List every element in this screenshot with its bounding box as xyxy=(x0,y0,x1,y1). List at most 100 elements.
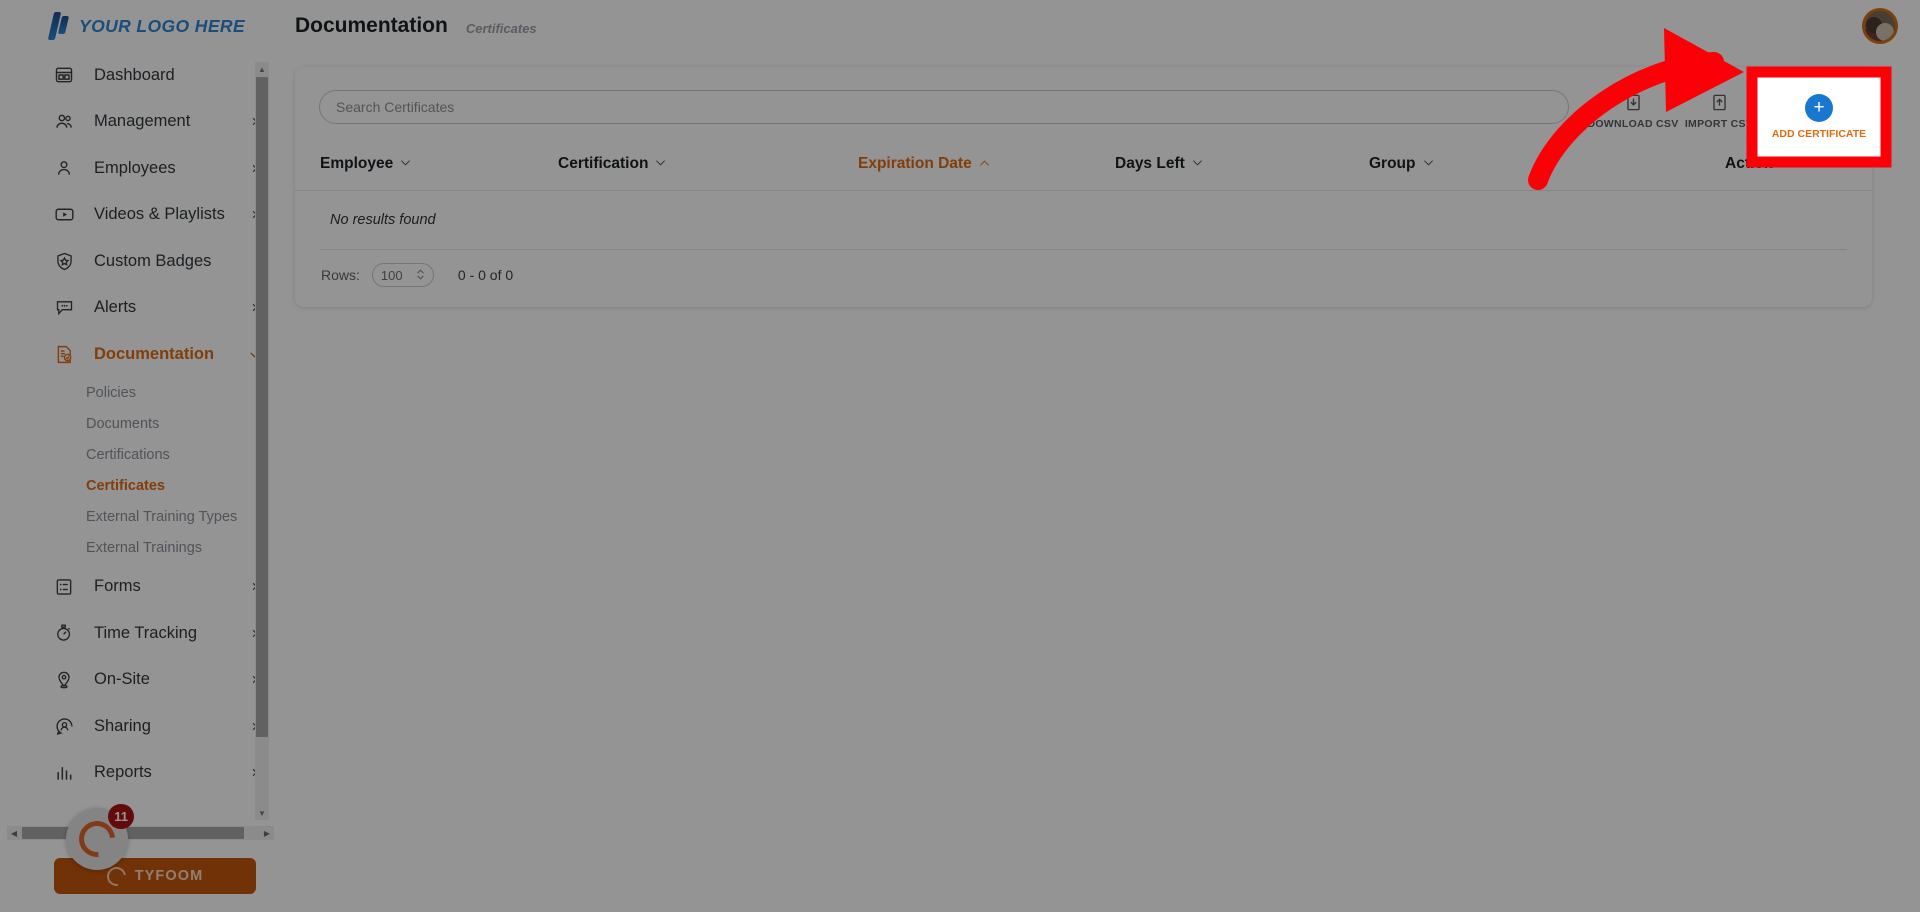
pagination-controls: Rows: 100 0 - 0 of 0 xyxy=(321,263,513,287)
search-input[interactable] xyxy=(336,99,1552,115)
sidebar-subitem-label: Documents xyxy=(86,416,160,432)
sidebar-item-label: Employees xyxy=(94,158,176,177)
sidebar-horizontal-scrollbar[interactable]: ◀ ▶ xyxy=(7,826,274,840)
chevron-down-icon xyxy=(400,159,411,170)
badge-shield-star-icon xyxy=(52,249,76,273)
checklist-icon xyxy=(52,575,76,599)
column-header-certification[interactable]: Certification xyxy=(558,155,666,173)
sidebar-subitem-policies[interactable]: Policies xyxy=(0,378,281,409)
chevron-down-icon xyxy=(655,159,666,170)
sidebar-item-label: Reports xyxy=(94,763,152,782)
sidebar-subitem-label: External Trainings xyxy=(86,540,203,556)
sidebar-subitem-label: Certifications xyxy=(86,447,170,463)
sidebar-item-reports[interactable]: Reports xyxy=(0,750,281,797)
column-header-employee[interactable]: Employee xyxy=(320,155,411,173)
column-header-label: Action xyxy=(1725,155,1774,172)
sidebar-item-documentation[interactable]: Documentation xyxy=(0,331,281,378)
chevron-down-icon xyxy=(1423,159,1434,170)
stopwatch-icon xyxy=(52,621,76,645)
chevron-up-icon xyxy=(979,159,990,170)
search-input-wrapper[interactable] xyxy=(319,90,1569,124)
sidebar-subitem-external-trainings[interactable]: External Trainings xyxy=(0,533,281,564)
column-header-label: Expiration Date xyxy=(858,155,972,172)
column-header-label: Group xyxy=(1369,155,1416,172)
people-icon xyxy=(52,110,76,134)
add-certificate-button[interactable]: + ADD CERTIFICATE xyxy=(1757,81,1861,145)
sidebar-vertical-scrollbar[interactable]: ▲ ▼ xyxy=(255,62,269,820)
sidebar-item-label: Management xyxy=(94,112,191,131)
up-down-chevron-icon[interactable] xyxy=(416,268,425,283)
page-title: Documentation xyxy=(295,14,448,37)
sidebar-item-forms[interactable]: Forms xyxy=(0,564,281,611)
sidebar-subitem-label: Certificates xyxy=(86,478,165,494)
column-header-label: Certification xyxy=(558,155,649,172)
sidebar-item-label: Sharing xyxy=(94,716,151,735)
scrollbar-thumb[interactable] xyxy=(22,827,244,839)
tyfoom-chat-bubble[interactable]: 11 xyxy=(66,804,134,870)
sidebar-subitem-certifications[interactable]: Certifications xyxy=(0,440,281,471)
notification-badge: 11 xyxy=(108,804,134,829)
sidebar-item-label: Documentation xyxy=(94,344,215,363)
brand-logo-text: YOUR LOGO HERE xyxy=(79,15,246,36)
document-check-icon xyxy=(52,342,76,366)
sidebar-item-label: Custom Badges xyxy=(94,251,212,270)
certificates-card: DOWNLOAD CSV IMPORT CSV + ADD CERTIFICAT… xyxy=(295,67,1872,307)
scroll-left-arrow-icon[interactable]: ◀ xyxy=(7,826,21,840)
sidebar-item-alerts[interactable]: Alerts xyxy=(0,285,281,332)
sidebar-subitem-certificates[interactable]: Certificates xyxy=(0,471,281,502)
sidebar-subitem-external-training-types[interactable]: External Training Types xyxy=(0,502,281,533)
avatar-photo-person-b xyxy=(1876,23,1894,41)
share-person-icon xyxy=(52,714,76,738)
sidebar-item-dashboard[interactable]: Dashboard xyxy=(0,52,281,99)
sidebar-item-management[interactable]: Management xyxy=(0,99,281,146)
column-header-label: Employee xyxy=(320,155,394,172)
topbar: Documentation Certificates xyxy=(281,0,1920,52)
brand-logo[interactable]: YOUR LOGO HERE xyxy=(0,0,281,52)
scroll-right-arrow-icon[interactable]: ▶ xyxy=(260,826,274,840)
sidebar-item-sharing[interactable]: Sharing xyxy=(0,703,281,750)
sidebar-item-videos-playlists[interactable]: Videos & Playlists xyxy=(0,192,281,239)
main-content: DOWNLOAD CSV IMPORT CSV + ADD CERTIFICAT… xyxy=(281,52,1920,912)
sidebar-subitem-documents[interactable]: Documents xyxy=(0,409,281,440)
upload-icon xyxy=(1706,89,1732,115)
sidebar-item-custom-badges[interactable]: Custom Badges xyxy=(0,238,281,285)
tyfoom-label: TYFOOM xyxy=(134,868,204,884)
column-header-group[interactable]: Group xyxy=(1369,155,1434,173)
column-header-expiration-date[interactable]: Expiration Date xyxy=(858,155,990,173)
plus-icon: + xyxy=(1795,90,1823,118)
sidebar-item-label: Time Tracking xyxy=(94,623,197,642)
sidebar-item-employees[interactable]: Employees xyxy=(0,145,281,192)
dashboard-icon xyxy=(52,63,76,87)
empty-state-message: No results found xyxy=(330,212,436,228)
sidebar-item-label: Videos & Playlists xyxy=(94,205,225,224)
double-slash-logo-icon xyxy=(47,11,70,41)
application-window: YOUR LOGO HERE Dashboard Management Empl… xyxy=(0,0,1920,912)
scroll-up-arrow-icon[interactable]: ▲ xyxy=(255,62,269,76)
sidebar-subitem-label: Policies xyxy=(86,385,136,401)
sidebar-item-on-site[interactable]: On-Site xyxy=(0,657,281,704)
breadcrumb: Certificates xyxy=(465,20,537,36)
chevron-down-icon xyxy=(1192,159,1203,170)
avatar[interactable] xyxy=(1862,8,1898,44)
scrollbar-thumb[interactable] xyxy=(256,77,268,737)
sidebar: YOUR LOGO HERE Dashboard Management Empl… xyxy=(0,0,281,912)
rows-label: Rows: xyxy=(321,267,360,283)
person-icon xyxy=(52,156,76,180)
bar-chart-icon xyxy=(52,761,76,785)
add-certificate-label: ADD CERTIFICATE xyxy=(1760,124,1858,136)
table-header-row: Employee Certification Expiration Date D… xyxy=(295,145,1872,191)
sidebar-item-label: Dashboard xyxy=(94,65,175,84)
sidebar-item-label: Forms xyxy=(94,577,141,596)
footer-divider xyxy=(320,249,1847,250)
sidebar-subitem-label: External Training Types xyxy=(86,509,238,525)
column-header-action: Action xyxy=(1725,155,1773,173)
sidebar-item-label: Alerts xyxy=(94,298,137,317)
rows-per-page-stepper[interactable]: 100 xyxy=(371,263,434,287)
scroll-down-arrow-icon[interactable]: ▼ xyxy=(255,806,269,820)
column-header-days-left[interactable]: Days Left xyxy=(1115,155,1203,173)
sidebar-item-label: On-Site xyxy=(94,670,150,689)
pagination-range: 0 - 0 of 0 xyxy=(457,267,514,283)
import-csv-button[interactable]: IMPORT CSV xyxy=(1667,89,1771,130)
sidebar-item-time-tracking[interactable]: Time Tracking xyxy=(0,610,281,657)
sidebar-nav: Dashboard Management Employees Videos & … xyxy=(0,52,281,820)
